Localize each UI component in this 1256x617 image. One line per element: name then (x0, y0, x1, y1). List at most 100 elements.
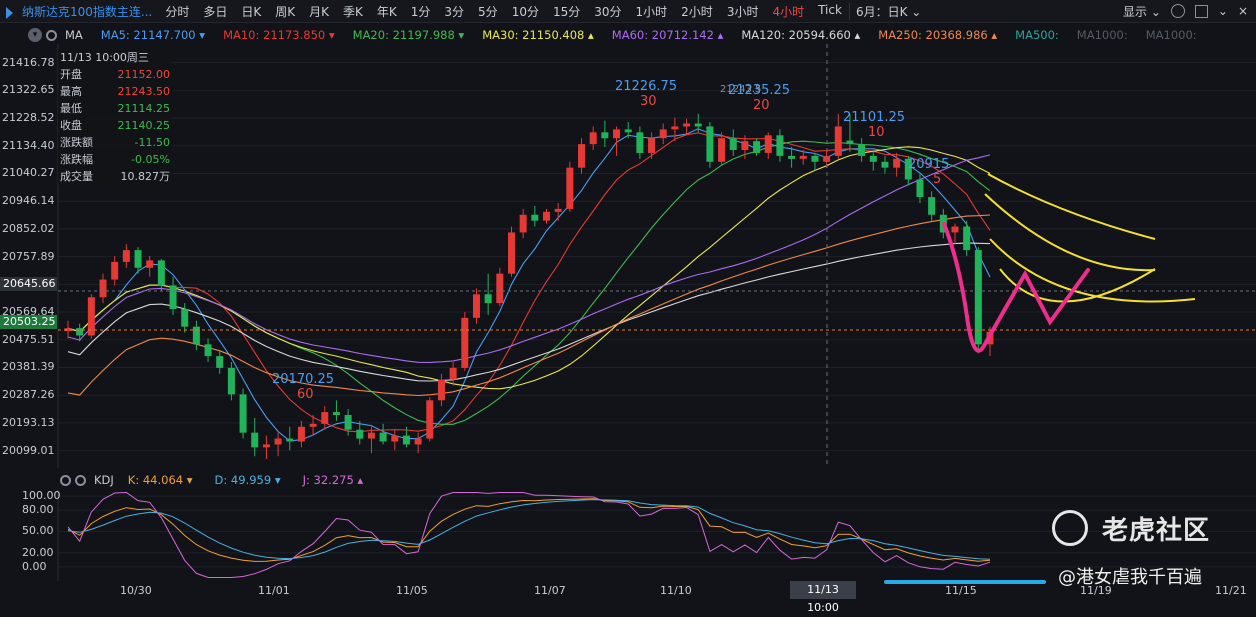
candle-body[interactable] (881, 161, 889, 168)
candle-body[interactable] (391, 435, 399, 442)
candle-body[interactable] (846, 140, 854, 145)
candle-body[interactable] (601, 132, 609, 139)
candle-body[interactable] (893, 158, 901, 168)
candle-body[interactable] (309, 423, 317, 427)
range-select[interactable]: 6月：日K ⌄ (848, 2, 927, 20)
period-tab[interactable]: 1小时 (629, 3, 675, 20)
candle-body[interactable] (472, 294, 480, 318)
candle-body[interactable] (99, 279, 107, 298)
candle-body[interactable] (76, 328, 84, 336)
period-tab[interactable]: 30分 (587, 3, 628, 20)
candle-body[interactable] (146, 260, 154, 268)
period-tab[interactable]: 2小时 (674, 3, 720, 20)
candle-body[interactable] (753, 141, 761, 153)
period-tab[interactable]: 年K (370, 3, 404, 20)
candle-body[interactable] (169, 285, 177, 309)
candle-body[interactable] (916, 179, 924, 198)
candle-body[interactable] (951, 226, 959, 233)
ma-item[interactable]: MA60: 20712.142 ▴ (612, 28, 724, 42)
ma-item[interactable]: MA30: 21150.408 ▴ (482, 28, 594, 42)
period-tab[interactable]: 分时 (158, 3, 196, 20)
period-tab[interactable]: 4小时 (765, 3, 811, 20)
candle-body[interactable] (683, 123, 691, 127)
period-tab[interactable]: 5分 (471, 3, 505, 20)
ma-item[interactable]: MA10: 21173.850 ▾ (223, 28, 335, 42)
candle-body[interactable] (122, 250, 130, 262)
candle-body[interactable] (741, 141, 749, 150)
candle-body[interactable] (718, 138, 726, 162)
candle-body[interactable] (659, 129, 667, 139)
period-tab[interactable]: 3分 (437, 3, 471, 20)
candle-body[interactable] (181, 309, 189, 327)
period-tab[interactable]: 月K (302, 3, 336, 20)
candle-body[interactable] (286, 438, 294, 442)
candle-body[interactable] (554, 208, 562, 212)
candle-body[interactable] (297, 426, 305, 442)
gear-icon[interactable] (46, 29, 57, 41)
candle-body[interactable] (134, 250, 142, 268)
ma-item[interactable]: MA1000: (1077, 28, 1128, 42)
candle-body[interactable] (531, 214, 539, 221)
candle-body[interactable] (858, 144, 866, 156)
candle-body[interactable] (578, 144, 586, 168)
candle-body[interactable] (519, 214, 527, 233)
candle-body[interactable] (356, 429, 364, 439)
candle-body[interactable] (799, 155, 807, 159)
ma-item[interactable]: MA120: 20594.660 ▴ (741, 28, 860, 42)
candle-body[interactable] (729, 138, 737, 150)
candle-body[interactable] (379, 432, 387, 442)
kdj-indicator-name[interactable]: KDJ (94, 473, 114, 487)
period-tab[interactable]: 季K (336, 3, 370, 20)
close-icon[interactable]: × (1238, 4, 1248, 18)
period-tab[interactable]: 1分 (404, 3, 438, 20)
settings-icon[interactable] (75, 474, 86, 486)
candle-body[interactable] (367, 432, 375, 439)
candle-body[interactable] (706, 126, 714, 162)
ma-item[interactable]: MA20: 21197.988 ▾ (353, 28, 465, 42)
candle-body[interactable] (414, 438, 422, 445)
candle-body[interactable] (484, 294, 492, 304)
candle-body[interactable] (671, 126, 679, 130)
period-tab[interactable]: 多日 (196, 3, 234, 20)
ma-item[interactable]: MA250: 20368.986 ▴ (878, 28, 997, 42)
gear-icon[interactable] (60, 474, 71, 486)
collapse-icon[interactable]: ▾ (28, 28, 42, 42)
candle-body[interactable] (694, 123, 702, 127)
candle-body[interactable] (274, 438, 282, 445)
ma-indicator-name[interactable]: MA (65, 28, 83, 42)
candle-body[interactable] (648, 138, 656, 153)
period-tab[interactable]: 周K (268, 3, 302, 20)
ma-item[interactable]: MA1000: (1146, 28, 1197, 42)
period-tab[interactable]: 日K (234, 3, 268, 20)
candle-body[interactable] (449, 367, 457, 380)
candle-body[interactable] (192, 326, 200, 345)
settings-icon[interactable] (1170, 4, 1185, 18)
candle-body[interactable] (764, 135, 772, 153)
candle-body[interactable] (613, 129, 621, 139)
candle-body[interactable] (834, 126, 842, 156)
chevron-down-icon[interactable]: ⌄ (1218, 4, 1228, 18)
ma-item[interactable]: MA500: (1015, 28, 1059, 42)
drawing-curve[interactable] (989, 238, 1196, 303)
candle-body[interactable] (321, 412, 329, 424)
candle-body[interactable] (227, 367, 235, 395)
period-tab[interactable]: Tick (811, 3, 849, 20)
candle-body[interactable] (589, 132, 597, 145)
candle-body[interactable] (636, 132, 644, 153)
candle-body[interactable] (251, 432, 259, 448)
candle-body[interactable] (157, 260, 165, 286)
candle-body[interactable] (204, 344, 212, 357)
candle-body[interactable] (426, 400, 434, 439)
period-tab[interactable]: 15分 (546, 3, 587, 20)
candle-body[interactable] (437, 379, 445, 401)
candle-body[interactable] (788, 155, 796, 159)
candle-body[interactable] (624, 129, 632, 133)
candle-body[interactable] (461, 317, 469, 368)
period-tab[interactable]: 10分 (505, 3, 546, 20)
candle-body[interactable] (216, 356, 224, 368)
candle-body[interactable] (344, 415, 352, 430)
ma-item[interactable]: MA5: 21147.700 ▾ (101, 28, 205, 42)
candle-body[interactable] (496, 273, 504, 304)
candle-body[interactable] (262, 444, 270, 448)
candle-body[interactable] (332, 412, 340, 415)
